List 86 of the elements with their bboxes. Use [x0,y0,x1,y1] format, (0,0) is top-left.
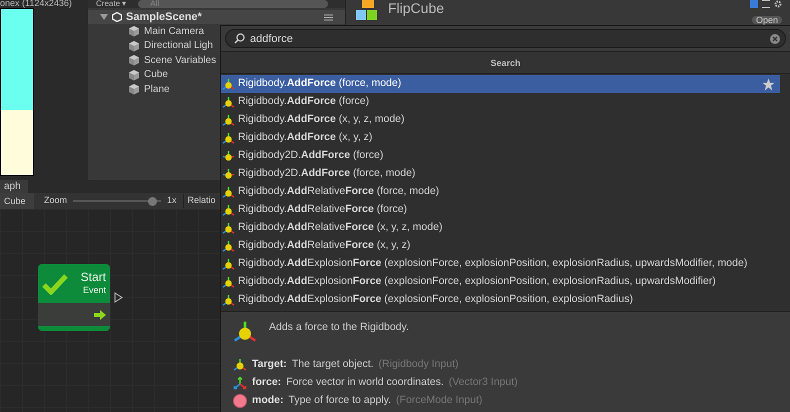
result-label: Rigidbody.AddForce (force) [238,94,370,110]
rigidbody-icon [222,78,235,90]
rigidbody-icon [222,276,235,288]
hierarchy-item[interactable]: Plane [144,82,170,97]
search-header: Search [221,52,790,74]
rigidbody-icon [222,204,235,216]
result-label: Rigidbody2D.AddForce (force) [238,148,384,164]
rigidbody-icon [222,150,235,162]
rigidbody-icon [222,186,235,198]
rigidbody-large-icon [233,320,257,344]
rigidbody-icon [222,132,235,144]
rigidbody-icon [222,96,235,108]
result-item[interactable]: Rigidbody.AddRelativeForce (force) [221,201,780,219]
hierarchy-item[interactable]: Cube [144,67,168,82]
result-item[interactable]: Rigidbody.AddForce (force) [221,93,780,111]
node-title: Start [80,270,106,284]
result-label: Rigidbody.AddForce (x, y, z, mode) [238,112,405,128]
check-icon [42,272,68,294]
parameter-type: (ForceMode Input) [396,393,482,408]
result-item[interactable]: Rigidbody.AddForce (x, y, z) [221,129,780,147]
rigidbody-icon [222,114,235,126]
parameter-name: mode: [252,393,284,408]
slider-thumb[interactable] [148,196,157,206]
rigidbody-icon [222,240,235,252]
start-event-node[interactable]: Start Event [38,264,110,331]
parameter-name: force: [252,375,282,390]
parameter-name: Target: [252,357,287,372]
node-subtitle: Event [82,284,106,297]
result-item[interactable]: Rigidbody2D.AddForce (force, mode) [221,165,780,183]
cube-icon [128,68,140,81]
result-item[interactable]: Rigidbody2D.AddForce (force) [221,147,780,165]
create-button[interactable]: Create ▾ [92,1,130,7]
result-item[interactable]: Rigidbody.AddExplosionForce (explosionForce, explosionPosition, explosionRadius, upwardsModifier, mode) [221,255,780,273]
axes-icon [233,376,247,390]
expand-arrow-icon[interactable] [100,13,108,21]
result-label: Rigidbody.AddExplosionForce (explosionForce, explosionPosition, explosionRadius, upwardsModifier, mode) [238,256,748,272]
menu-icon[interactable] [324,14,333,20]
parameter-type: (Rigidbody Input) [378,357,458,372]
zoom-reading: 1x [167,194,177,208]
hierarchy-item[interactable]: Scene Variables [144,52,216,68]
result-label: Rigidbody2D.AddForce (force, mode) [238,166,416,182]
result-label: Rigidbody.AddRelativeForce (x, y, z, mode) [238,220,442,236]
parameter-description: The target object. [292,357,374,372]
result-item[interactable]: Rigidbody.AddForce (force, mode) [221,75,780,93]
result-label: Rigidbody.AddExplosionForce (explosionForce, explosionPosition, explosionRadius, upwardsModifier) [238,274,716,290]
open-button[interactable]: Open [752,16,782,24]
result-item[interactable]: Rigidbody.AddExplosionForce (explosionForce, explosionPosition, explosionRadius, upwardsModifier) [221,273,780,291]
inspector-title: FlipCube [388,0,444,18]
result-label: Rigidbody.AddRelativeForce (force, mode) [238,184,440,200]
output-port-icon[interactable] [114,292,123,303]
result-item[interactable]: Rigidbody.AddExplosionForce (explosionForce, explosionPosition, explosionRadius) [221,291,780,309]
cube-icon [128,25,140,38]
search-icon [234,33,245,44]
zoom-slider[interactable] [73,196,162,206]
rigidbody-icon [222,168,235,180]
parameter-type: (Vector3 Input) [448,375,518,390]
graph-tab[interactable]: aph [0,180,28,193]
arrow-right-icon [94,310,106,320]
rigidbody-icon [222,258,235,270]
cube-icon [128,40,140,52]
result-item[interactable]: Rigidbody.AddRelativeForce (x, y, z, mode) [221,219,780,237]
result-label: Rigidbody.AddForce (x, y, z) [238,130,372,146]
description-text: Adds a force to the Rigidbody. [269,320,409,335]
result-item[interactable]: Rigidbody.AddRelativeForce (force, mode) [221,183,780,201]
rigidbody-icon [222,294,235,306]
result-label: Rigidbody.AddForce (force, mode) [238,76,402,92]
rigidbody-icon [222,222,235,234]
hierarchy-item[interactable]: Directional Ligh [144,38,213,54]
result-label: Rigidbody.AddExplosionForce (explosionForce, explosionPosition, explosionRadius) [238,292,633,308]
search-field[interactable]: addforce [225,29,786,48]
cube-icon [128,54,140,66]
result-item[interactable]: Rigidbody.AddForce (x, y, z, mode) [221,111,780,129]
parameter-description: Type of force to apply. [288,393,392,408]
cube-icon [128,83,140,96]
clear-icon[interactable] [770,34,780,44]
rigidbody-icon [233,358,247,372]
breadcrumb[interactable]: Cube [0,193,34,209]
relation-button[interactable]: Relatio [182,194,216,208]
settings-icon[interactable] [774,0,782,8]
parameter-description: Force vector in world coordinates. [286,375,444,390]
result-item[interactable]: Rigidbody.AddRelativeForce (x, y, z) [221,237,780,255]
result-label: Rigidbody.AddRelativeForce (x, y, z) [238,238,410,254]
result-label: Rigidbody.AddRelativeForce (force) [238,202,408,218]
hierarchy-item[interactable]: Main Camera [144,24,204,39]
star-icon[interactable] [762,78,775,90]
zoom-label: Zoom [44,194,68,208]
